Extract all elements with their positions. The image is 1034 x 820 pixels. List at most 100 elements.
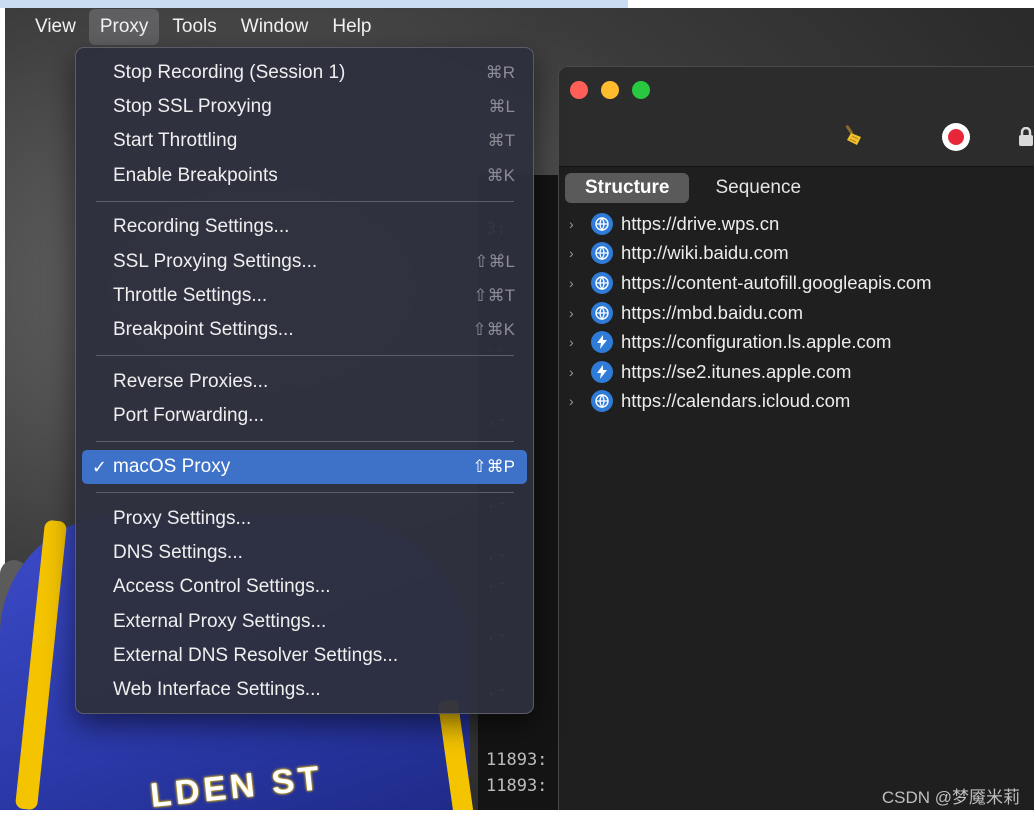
menu-separator [96, 201, 514, 202]
charles-window: Structure Sequence › https://drive.wps.c… [558, 66, 1034, 810]
lock-icon[interactable] [1017, 126, 1034, 147]
menu-item-shortcut: ⌘T [487, 131, 515, 150]
broom-icon[interactable] [843, 123, 867, 147]
chevron-right-icon[interactable]: › [569, 246, 581, 260]
terminal-line: 11893: [486, 776, 548, 796]
menu-item-label: Proxy Settings... [113, 508, 252, 529]
menu-item-label: Reverse Proxies... [113, 371, 269, 392]
menu-item-shortcut: ⌘K [486, 166, 515, 185]
menu-item-label: Recording Settings... [113, 216, 290, 237]
menu-item-label: SSL Proxying Settings... [113, 251, 318, 272]
chevron-right-icon[interactable]: › [569, 394, 581, 408]
menu-item-ssl-proxying-settings[interactable]: SSL Proxying Settings... ⇧⌘L [82, 245, 527, 279]
host-row[interactable]: › http://wiki.baidu.com [559, 239, 1034, 269]
menu-item-label: Start Throttling [113, 130, 238, 151]
host-row[interactable]: › https://configuration.ls.apple.com [559, 327, 1034, 357]
menu-item-shortcut: ⇧⌘P [472, 457, 515, 476]
charles-titlebar [559, 67, 1034, 167]
chevron-right-icon[interactable]: › [569, 217, 581, 231]
menu-item-shortcut: ⇧⌘T [473, 286, 515, 305]
menu-item-label: Port Forwarding... [113, 405, 264, 426]
host-label: http://wiki.baidu.com [621, 242, 789, 264]
globe-icon [591, 242, 613, 265]
menu-item-proxy-settings[interactable]: Proxy Settings... [82, 502, 527, 536]
checkmark-icon: ✓ [91, 456, 107, 477]
menu-item-breakpoint-settings[interactable]: Breakpoint Settings... ⇧⌘K [82, 313, 527, 347]
minimize-window-button[interactable] [601, 81, 619, 99]
tab-sequence[interactable]: Sequence [699, 173, 817, 203]
host-label: https://calendars.icloud.com [621, 390, 851, 412]
menu-item-start-throttling[interactable]: Start Throttling ⌘T [82, 124, 527, 158]
menu-item-stop-recording[interactable]: Stop Recording (Session 1) ⌘R [82, 56, 527, 90]
menu-proxy[interactable]: Proxy [88, 9, 160, 45]
host-row[interactable]: › https://se2.itunes.apple.com [559, 357, 1034, 387]
cropped-top-strip [0, 0, 628, 8]
chevron-right-icon[interactable]: › [569, 306, 581, 320]
menu-view[interactable]: View [24, 9, 87, 45]
tab-structure[interactable]: Structure [565, 173, 690, 203]
menu-item-shortcut: ⇧⌘L [474, 252, 515, 271]
lightning-icon [591, 360, 613, 383]
close-window-button[interactable] [570, 81, 588, 99]
record-icon [948, 129, 964, 145]
chevron-right-icon[interactable]: › [569, 335, 581, 349]
menu-item-label: Throttle Settings... [113, 285, 268, 306]
menu-separator [96, 492, 514, 493]
host-row[interactable]: › https://mbd.baidu.com [559, 298, 1034, 328]
menu-item-stop-ssl-proxying[interactable]: Stop SSL Proxying ⌘L [82, 90, 527, 124]
menu-item-label: macOS Proxy [113, 456, 231, 477]
menu-window[interactable]: Window [230, 9, 320, 45]
host-tree: › https://drive.wps.cn › http://wiki.bai… [559, 209, 1034, 416]
chevron-right-icon[interactable]: › [569, 365, 581, 379]
menu-item-dns-settings[interactable]: DNS Settings... [82, 536, 527, 570]
host-row[interactable]: › https://calendars.icloud.com [559, 387, 1034, 417]
menu-item-external-proxy-settings[interactable]: External Proxy Settings... [82, 605, 527, 639]
menu-item-shortcut: ⌘R [485, 63, 515, 82]
menu-item-label: Web Interface Settings... [113, 679, 321, 700]
globe-icon [591, 271, 613, 294]
menu-bar: View Proxy Tools Window Help [5, 8, 1034, 46]
globe-icon [591, 390, 613, 413]
chevron-right-icon[interactable]: › [569, 276, 581, 290]
menu-item-label: Enable Breakpoints [113, 165, 278, 186]
menu-item-web-interface-settings[interactable]: Web Interface Settings... [82, 673, 527, 707]
record-button[interactable] [942, 123, 970, 151]
host-label: https://configuration.ls.apple.com [621, 331, 892, 353]
menu-item-port-forwarding[interactable]: Port Forwarding... [82, 399, 527, 433]
host-label: https://mbd.baidu.com [621, 301, 804, 323]
proxy-menu: Stop Recording (Session 1) ⌘R Stop SSL P… [75, 47, 534, 714]
terminal-line: 11893: [486, 750, 548, 770]
menu-item-label: Stop Recording (Session 1) [113, 62, 346, 83]
menu-item-label: Access Control Settings... [113, 576, 331, 597]
zoom-window-button[interactable] [632, 81, 650, 99]
menu-help[interactable]: Help [321, 9, 382, 45]
view-tabs: Structure Sequence [565, 173, 827, 203]
menu-item-shortcut: ⇧⌘K [472, 320, 515, 339]
menu-separator [96, 355, 514, 356]
menu-separator [96, 441, 514, 442]
menu-item-label: DNS Settings... [113, 542, 243, 563]
menu-item-label: Breakpoint Settings... [113, 319, 294, 340]
host-row[interactable]: › https://content-autofill.googleapis.co… [559, 268, 1034, 298]
lightning-icon [591, 331, 613, 354]
menu-item-enable-breakpoints[interactable]: Enable Breakpoints ⌘K [82, 159, 527, 193]
menu-item-external-dns-resolver-settings[interactable]: External DNS Resolver Settings... [82, 639, 527, 673]
menu-item-label: External DNS Resolver Settings... [113, 645, 399, 666]
menu-item-access-control-settings[interactable]: Access Control Settings... [82, 570, 527, 604]
menu-item-label: Stop SSL Proxying [113, 96, 272, 117]
host-label: https://drive.wps.cn [621, 212, 780, 234]
host-row[interactable]: › https://drive.wps.cn [559, 209, 1034, 239]
globe-icon [591, 301, 613, 324]
page-bottom-margin [0, 810, 1034, 820]
menu-item-macos-proxy[interactable]: ✓ macOS Proxy ⇧⌘P [82, 450, 527, 484]
globe-icon [591, 212, 613, 235]
menu-tools[interactable]: Tools [161, 9, 227, 45]
host-label: https://content-autofill.googleapis.com [621, 271, 932, 293]
host-label: https://se2.itunes.apple.com [621, 360, 852, 382]
menu-item-recording-settings[interactable]: Recording Settings... [82, 210, 527, 244]
menu-item-reverse-proxies[interactable]: Reverse Proxies... [82, 365, 527, 399]
menu-item-label: External Proxy Settings... [113, 611, 327, 632]
menu-item-throttle-settings[interactable]: Throttle Settings... ⇧⌘T [82, 279, 527, 313]
menu-item-shortcut: ⌘L [488, 97, 515, 116]
watermark: CSDN @梦魇米莉 [881, 788, 1020, 807]
